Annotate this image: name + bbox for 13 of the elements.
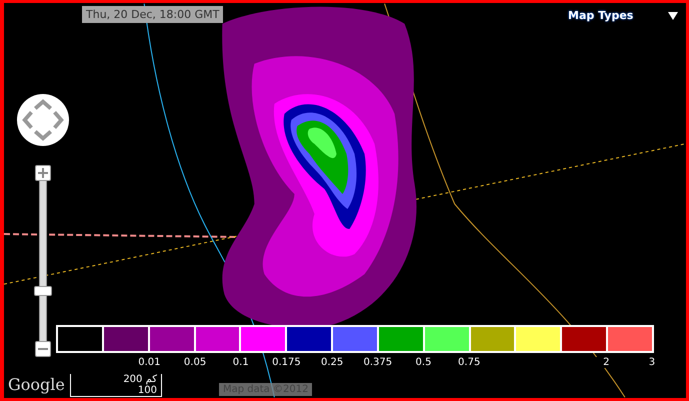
plus-icon <box>38 168 48 178</box>
zoom-in-button[interactable] <box>35 165 51 181</box>
legend-value: 0.175 <box>270 357 302 368</box>
legend-value: 0.375 <box>362 357 394 368</box>
map-logo: Google <box>8 375 65 394</box>
dropdown-icon <box>668 12 678 20</box>
forecast-timestamp: Thu, 20 Dec, 18:00 GMT <box>82 6 224 23</box>
zoom-out-button[interactable] <box>35 341 51 357</box>
scale-km-label: 200 كم <box>123 374 158 385</box>
pan-control-icon[interactable] <box>16 93 70 147</box>
map-types-dropdown[interactable]: Map Types <box>564 7 682 24</box>
scale-mile-label: 100 <box>138 385 158 396</box>
zoom-slider-handle[interactable] <box>34 286 52 296</box>
